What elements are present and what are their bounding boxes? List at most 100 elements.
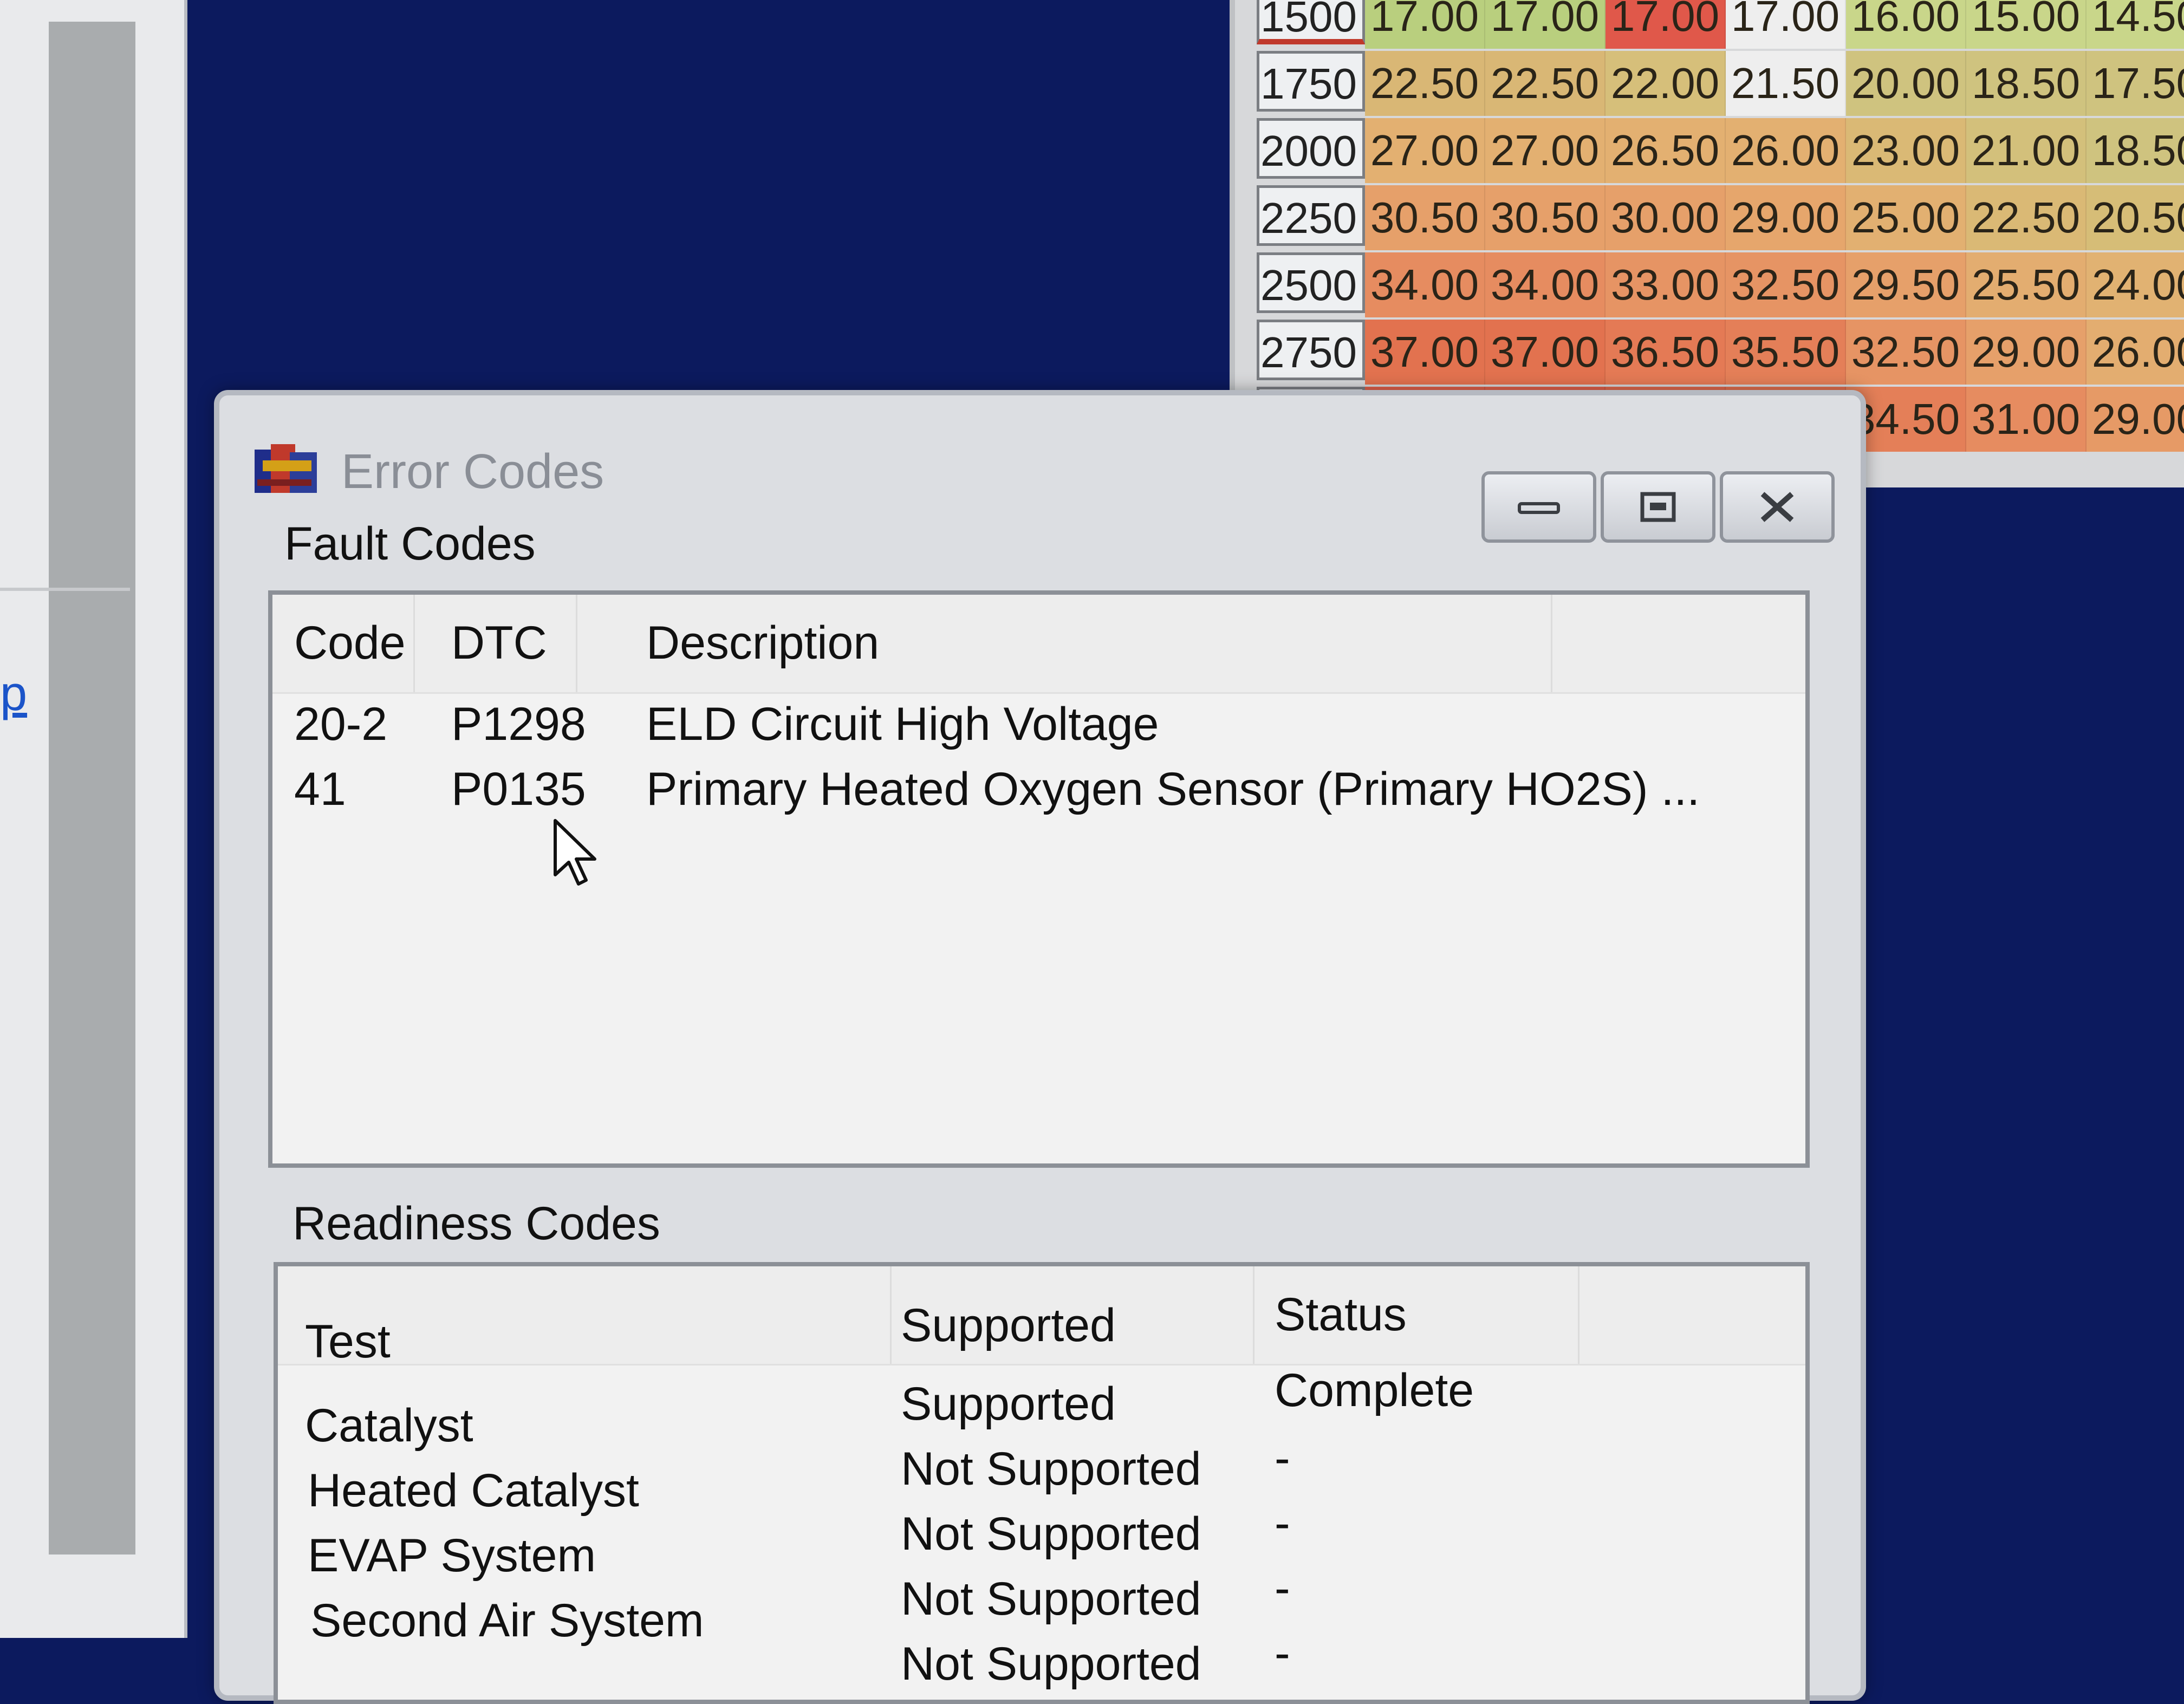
table-cell[interactable]: 22.00: [1606, 51, 1726, 116]
table-cell[interactable]: 32.50: [1726, 252, 1846, 317]
table-cell[interactable]: 24.00: [2086, 252, 2184, 317]
table-cell[interactable]: 27.00: [1485, 118, 1606, 183]
table-cell[interactable]: 30.50: [1485, 185, 1606, 250]
readiness-status-cell[interactable]: -: [1275, 1497, 1290, 1550]
close-button[interactable]: [1720, 471, 1835, 543]
table-cell[interactable]: 33.00: [1606, 252, 1726, 317]
table-cell[interactable]: 17.00: [1485, 0, 1606, 49]
readiness-status-cell[interactable]: -: [1275, 1627, 1290, 1680]
table-cell[interactable]: 18.50: [1966, 51, 2086, 116]
column-separator: [1578, 1266, 1580, 1364]
column-header-status[interactable]: Status: [1275, 1288, 1407, 1342]
rpm-label: 1500: [1257, 0, 1365, 44]
table-cell[interactable]: 22.50: [1485, 51, 1606, 116]
table-cell[interactable]: 16.00: [1846, 0, 1966, 49]
table-cell[interactable]: 17.00: [1365, 0, 1485, 49]
column-header-description[interactable]: Description: [646, 616, 879, 670]
readiness-supported-cell[interactable]: Not Supported: [901, 1442, 1201, 1496]
table-cell[interactable]: 18.50: [2086, 118, 2184, 183]
background-app-panel: p: [0, 0, 187, 1638]
table-cell[interactable]: 26.00: [1726, 118, 1846, 183]
column-header-dtc[interactable]: DTC: [451, 616, 547, 670]
column-separator: [1551, 595, 1552, 692]
table-cell[interactable]: 21.00: [1966, 118, 2086, 183]
table-cell[interactable]: 17.50: [2086, 51, 2184, 116]
table-cell[interactable]: 36.50: [1606, 320, 1726, 385]
background-scrollbar[interactable]: [49, 22, 135, 1555]
table-cell[interactable]: 29.00: [1966, 320, 2086, 385]
readiness-supported-cell[interactable]: Not Supported: [901, 1637, 1201, 1691]
readiness-supported-cell[interactable]: Not Supported: [901, 1572, 1201, 1626]
fault-dtc-cell[interactable]: P0135: [451, 763, 586, 816]
table-cell[interactable]: 34.00: [1485, 252, 1606, 317]
table-cell[interactable]: 26.00: [2086, 320, 2184, 385]
table-cell[interactable]: 31.00: [1966, 387, 2086, 452]
table-row: 2000 27.00 27.00 26.50 26.00 23.00 21.00…: [1257, 118, 2184, 185]
readiness-status-cell[interactable]: Complete: [1275, 1364, 1474, 1417]
readiness-test-cell[interactable]: Heated Catalyst: [308, 1464, 639, 1518]
fault-dtc-cell[interactable]: P1298: [451, 698, 586, 751]
maximize-button[interactable]: [1601, 471, 1715, 543]
minimize-button[interactable]: [1481, 471, 1596, 543]
divider: [0, 588, 130, 591]
table-cell[interactable]: 17.00: [1726, 0, 1846, 49]
mouse-cursor-icon: [554, 819, 596, 886]
column-header-test[interactable]: Test: [305, 1315, 391, 1369]
table-cell[interactable]: 14.50: [2086, 0, 2184, 49]
error-codes-window: Error Codes Fault Codes Code DTC Descrip…: [214, 390, 1866, 1704]
readiness-test-cell[interactable]: Second Air System: [310, 1594, 704, 1648]
table-row: 2750 37.00 37.00 36.50 35.50 32.50 29.00…: [1257, 320, 2184, 387]
table-row: 2500 34.00 34.00 33.00 32.50 29.50 25.50…: [1257, 252, 2184, 320]
table-cell[interactable]: 37.00: [1365, 320, 1485, 385]
table-cell[interactable]: 32.50: [1846, 320, 1966, 385]
table-cell[interactable]: 26.50: [1606, 118, 1726, 183]
background-link[interactable]: p: [0, 666, 27, 722]
column-separator: [890, 1266, 892, 1364]
column-separator: [413, 595, 415, 692]
readiness-supported-cell[interactable]: Not Supported: [901, 1507, 1201, 1561]
table-row: 1500 17.00 17.00 17.00 17.00 16.00 15.00…: [1257, 0, 2184, 51]
readiness-test-cell[interactable]: Catalyst: [305, 1399, 473, 1453]
table-cell[interactable]: 25.50: [1966, 252, 2086, 317]
column-separator: [1253, 1266, 1254, 1364]
fault-code-cell[interactable]: 20-2: [294, 698, 387, 751]
fault-description-cell[interactable]: ELD Circuit High Voltage: [646, 698, 1159, 751]
rpm-label: 2500: [1257, 252, 1365, 313]
fault-codes-list[interactable]: Code DTC Description 20-2 P1298 ELD Circ…: [268, 590, 1810, 1168]
table-cell[interactable]: 30.50: [1365, 185, 1485, 250]
table-cell[interactable]: 29.00: [1726, 185, 1846, 250]
table-cell[interactable]: 21.50: [1726, 51, 1846, 116]
readiness-test-cell[interactable]: EVAP System: [308, 1529, 596, 1583]
fault-description-cell[interactable]: Primary Heated Oxygen Sensor (Primary HO…: [646, 763, 1700, 816]
readiness-codes-label: Readiness Codes: [292, 1198, 660, 1250]
table-cell[interactable]: 22.50: [1966, 185, 2086, 250]
table-cell[interactable]: 29.50: [1846, 252, 1966, 317]
table-cell[interactable]: 29.00: [2086, 387, 2184, 452]
column-header-code[interactable]: Code: [294, 616, 406, 670]
table-cell[interactable]: 25.00: [1846, 185, 1966, 250]
column-separator: [576, 595, 577, 692]
maximize-icon: [1640, 492, 1676, 522]
table-cell[interactable]: 17.00: [1606, 0, 1726, 49]
readiness-status-cell[interactable]: -: [1275, 1562, 1290, 1615]
table-cell[interactable]: 23.00: [1846, 118, 1966, 183]
table-cell[interactable]: 27.00: [1365, 118, 1485, 183]
fault-codes-label: Fault Codes: [284, 518, 536, 570]
table-cell[interactable]: 20.00: [1846, 51, 1966, 116]
rpm-label: 2000: [1257, 118, 1365, 179]
table-cell[interactable]: 35.50: [1726, 320, 1846, 385]
readiness-status-cell[interactable]: -: [1275, 1432, 1290, 1485]
fault-code-cell[interactable]: 41: [294, 763, 346, 816]
table-cell[interactable]: 20.50: [2086, 185, 2184, 250]
table-cell[interactable]: 34.00: [1365, 252, 1485, 317]
window-title: Error Codes: [341, 445, 604, 499]
table-row: 2250 30.50 30.50 30.00 29.00 25.00 22.50…: [1257, 185, 2184, 252]
table-cell[interactable]: 30.00: [1606, 185, 1726, 250]
table-cell[interactable]: 37.00: [1485, 320, 1606, 385]
readiness-supported-cell[interactable]: Supported: [901, 1377, 1116, 1431]
table-cell[interactable]: 22.50: [1365, 51, 1485, 116]
close-icon: [1760, 492, 1794, 522]
column-header-supported[interactable]: Supported: [901, 1299, 1116, 1352]
table-row: 1750 22.50 22.50 22.00 21.50 20.00 18.50…: [1257, 51, 2184, 118]
table-cell[interactable]: 15.00: [1966, 0, 2086, 49]
